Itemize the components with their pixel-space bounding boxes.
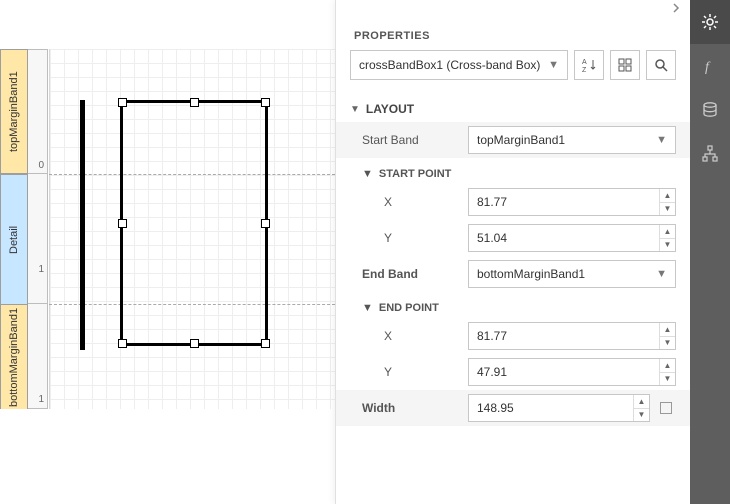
sort-alpha-icon: AZ — [581, 57, 597, 73]
spin-down-icon[interactable]: ▼ — [634, 409, 649, 422]
spin-up-icon[interactable]: ▲ — [660, 225, 675, 239]
section-end-point[interactable]: ▼ END POINT — [336, 292, 690, 318]
spin-down-icon[interactable]: ▼ — [660, 203, 675, 216]
width-auto-checkbox[interactable] — [660, 402, 672, 414]
spin-up-icon[interactable]: ▲ — [660, 359, 675, 373]
spin-down-icon[interactable]: ▼ — [660, 239, 675, 252]
start-point-y-input[interactable]: 51.04 ▲▼ — [468, 224, 676, 252]
triangle-down-icon: ▼ — [362, 168, 373, 180]
band-label-bottommargin[interactable]: bottomMarginBand1 — [0, 304, 28, 409]
design-surface[interactable]: topMarginBand1 Detail bottomMarginBand1 … — [0, 0, 335, 504]
side-tab-properties[interactable] — [690, 0, 730, 44]
chevron-down-icon: ▼ — [548, 59, 559, 71]
resize-handle-top-left[interactable] — [118, 98, 127, 107]
panel-title: PROPERTIES — [336, 18, 690, 50]
element-selector-value: crossBandBox1 (Cross-band Box) — [359, 58, 540, 72]
panel-collapse-button[interactable] — [336, 0, 690, 18]
resize-handle-bottom-left[interactable] — [118, 339, 127, 348]
resize-handle-middle-right[interactable] — [261, 219, 270, 228]
start-point-x-input[interactable]: 81.77 ▲▼ — [468, 188, 676, 216]
end-band-dropdown[interactable]: bottomMarginBand1 ▼ — [468, 260, 676, 288]
end-point-y-label: Y — [350, 365, 460, 379]
side-tab-explorer[interactable] — [690, 132, 730, 176]
vertical-ruler[interactable]: 0 1 1 — [28, 49, 48, 409]
search-button[interactable] — [646, 50, 676, 80]
spin-up-icon[interactable]: ▲ — [660, 323, 675, 337]
width-label: Width — [350, 401, 460, 415]
grid-icon — [618, 58, 632, 72]
band-label-detail[interactable]: Detail — [0, 174, 28, 304]
element-selector-dropdown[interactable]: crossBandBox1 (Cross-band Box) ▼ — [350, 50, 568, 80]
start-point-x-label: X — [350, 195, 460, 209]
side-toolbar: f — [690, 0, 730, 504]
database-icon — [701, 101, 719, 119]
start-point-y-label: Y — [350, 231, 460, 245]
crossband-box-element[interactable] — [120, 100, 268, 346]
spin-down-icon[interactable]: ▼ — [660, 337, 675, 350]
sort-alpha-button[interactable]: AZ — [574, 50, 604, 80]
section-layout[interactable]: ▼ LAYOUT — [336, 94, 690, 122]
start-band-dropdown[interactable]: topMarginBand1 ▼ — [468, 126, 676, 154]
triangle-down-icon: ▼ — [362, 302, 373, 314]
start-band-label: Start Band — [350, 133, 460, 147]
resize-handle-bottom-right[interactable] — [261, 339, 270, 348]
spin-down-icon[interactable]: ▼ — [660, 373, 675, 386]
section-start-point[interactable]: ▼ START POINT — [336, 158, 690, 184]
spin-up-icon[interactable]: ▲ — [660, 189, 675, 203]
side-tab-fieldlist[interactable] — [690, 88, 730, 132]
gear-icon — [701, 13, 719, 31]
resize-handle-middle-left[interactable] — [118, 219, 127, 228]
end-point-y-input[interactable]: 47.91 ▲▼ — [468, 358, 676, 386]
band-label-topmargin[interactable]: topMarginBand1 — [0, 49, 28, 174]
crossband-line-element[interactable] — [80, 100, 85, 350]
triangle-down-icon: ▼ — [350, 104, 360, 115]
function-icon: f — [701, 57, 719, 75]
categorized-button[interactable] — [610, 50, 640, 80]
resize-handle-top-right[interactable] — [261, 98, 270, 107]
chevron-right-icon — [672, 2, 680, 16]
resize-handle-bottom-center[interactable] — [190, 339, 199, 348]
width-input[interactable]: 148.95 ▲▼ — [468, 394, 650, 422]
tree-icon — [701, 145, 719, 163]
resize-handle-top-center[interactable] — [190, 98, 199, 107]
properties-panel: PROPERTIES crossBandBox1 (Cross-band Box… — [335, 0, 690, 504]
svg-text:A: A — [582, 59, 587, 66]
chevron-down-icon: ▼ — [656, 268, 667, 280]
end-band-label: End Band — [350, 267, 460, 281]
svg-text:f: f — [705, 60, 711, 75]
spin-up-icon[interactable]: ▲ — [634, 395, 649, 409]
end-point-x-label: X — [350, 329, 460, 343]
side-tab-expressions[interactable]: f — [690, 44, 730, 88]
svg-text:Z: Z — [582, 67, 587, 73]
chevron-down-icon: ▼ — [656, 134, 667, 146]
end-point-x-input[interactable]: 81.77 ▲▼ — [468, 322, 676, 350]
search-icon — [654, 58, 668, 72]
